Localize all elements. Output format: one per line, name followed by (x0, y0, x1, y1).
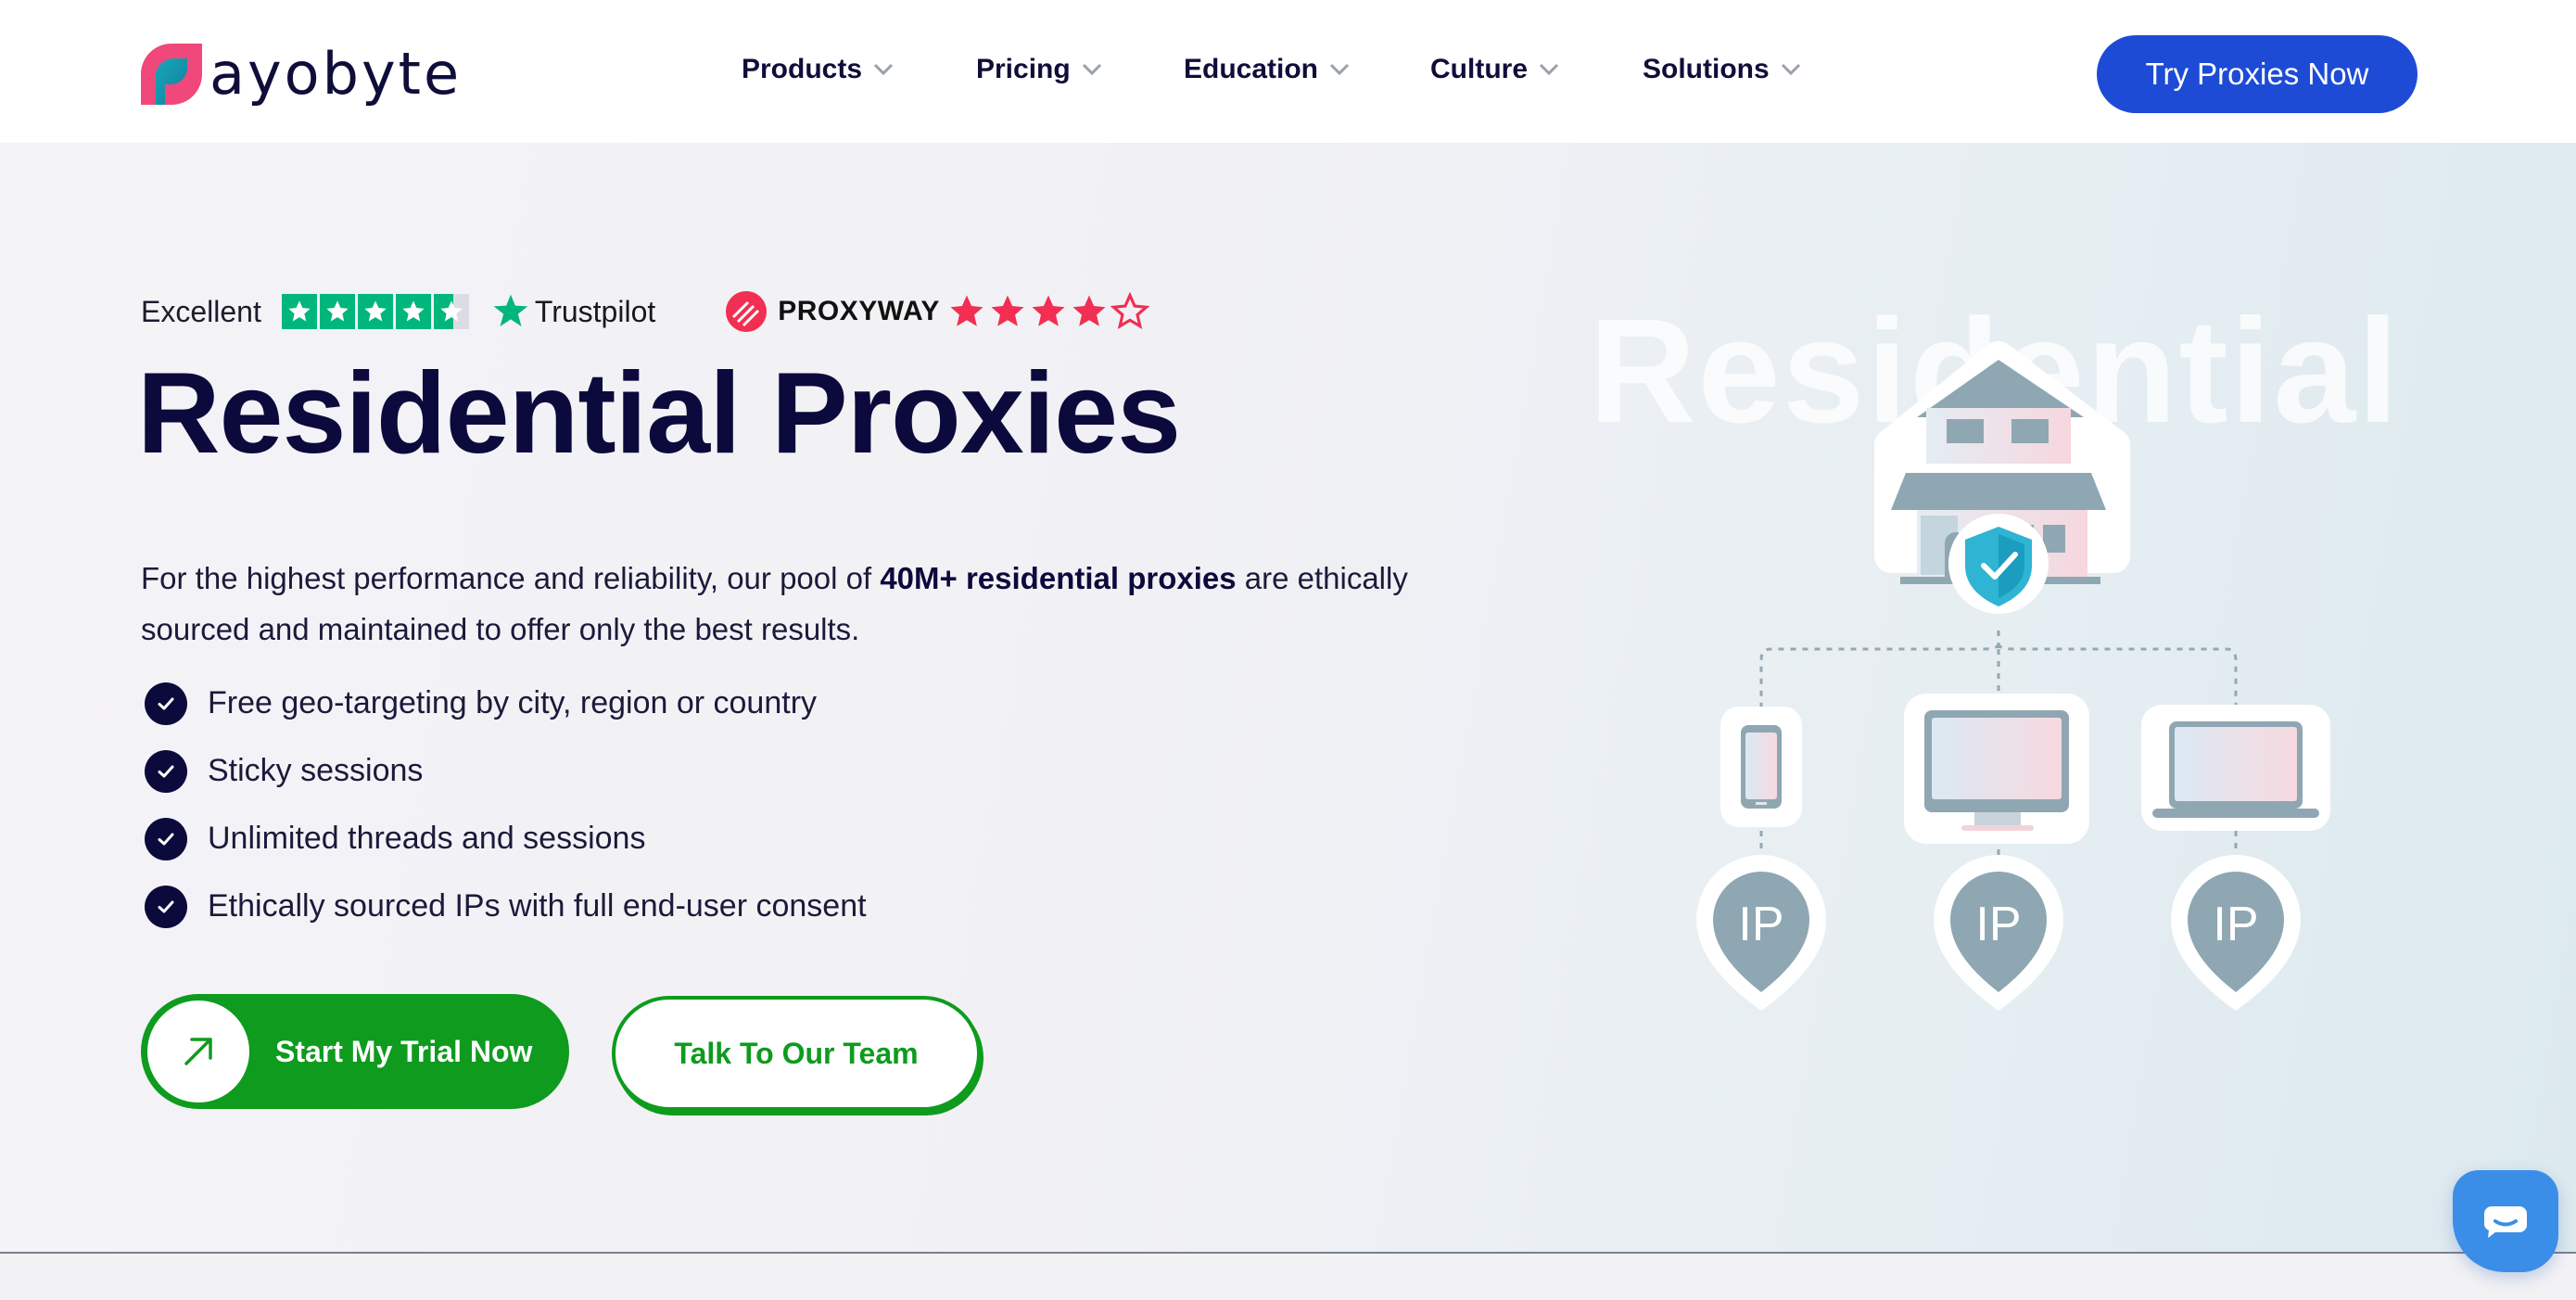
desktop-icon (1904, 694, 2089, 844)
site-header: ayobyte Products Pricing Education Cultu… (0, 0, 2576, 143)
hero-description: For the highest performance and reliabil… (141, 553, 1439, 655)
ip-label: IP (2213, 898, 2258, 951)
shield-check-icon (1948, 514, 2049, 614)
feature-text: Ethically sourced IPs with full end-user… (208, 888, 867, 924)
nav-culture-label: Culture (1430, 54, 1528, 84)
proxyway-logo[interactable]: PROXYWAY (726, 291, 1151, 332)
star-icon (395, 294, 431, 329)
star-icon (319, 294, 355, 329)
star-icon (281, 294, 317, 329)
talk-to-team-label: Talk To Our Team (674, 1036, 919, 1070)
nav-pricing[interactable]: Pricing (976, 54, 1102, 85)
try-proxies-button[interactable]: Try Proxies Now (2097, 35, 2417, 113)
proxyway-wordmark: PROXYWAY (778, 296, 940, 326)
talk-to-team-button[interactable]: Talk To Our Team (612, 996, 981, 1111)
rating-label: Excellent (141, 294, 261, 328)
feature-item: Sticky sessions (145, 737, 867, 805)
ratings-row: Excellent Trustpilot PROXYWAY (141, 287, 1151, 336)
trustpilot-star-icon (493, 294, 528, 326)
chevron-down-icon (1082, 63, 1101, 76)
phone-icon (1720, 707, 1802, 827)
next-section-strip (0, 1254, 2576, 1300)
trustpilot-stars (281, 294, 472, 329)
desc-highlight: 40M+ residential proxies (880, 561, 1237, 595)
star-outline-icon (1110, 292, 1149, 329)
nav-solutions-label: Solutions (1643, 54, 1770, 84)
chevron-down-icon (1539, 63, 1559, 76)
ip-pin-icon: IP (1696, 855, 1826, 1011)
proxyway-badge-icon (726, 291, 768, 332)
feature-list: Free geo-targeting by city, region or co… (145, 669, 867, 940)
page-title: Residential Proxies (137, 350, 1181, 478)
nav-culture[interactable]: Culture (1430, 54, 1559, 85)
feature-item: Free geo-targeting by city, region or co… (145, 669, 867, 737)
check-circle-icon (145, 749, 187, 793)
trustpilot-logo[interactable]: Trustpilot (492, 293, 655, 330)
half-star-icon (433, 294, 469, 329)
nav-products[interactable]: Products (742, 54, 894, 85)
residential-network-illustration: IP IP IP (1696, 341, 2330, 1011)
star-icon (950, 295, 983, 326)
ip-pin-icon: IP (2171, 855, 2301, 1011)
feature-text: Free geo-targeting by city, region or co… (208, 685, 818, 720)
feature-text: Unlimited threads and sessions (208, 821, 646, 856)
ip-label: IP (1738, 898, 1783, 951)
start-trial-button[interactable]: Start My Trial Now (141, 994, 569, 1109)
star-icon (357, 294, 393, 329)
star-icon (1032, 295, 1065, 326)
laptop-icon (2141, 705, 2330, 831)
feature-item: Unlimited threads and sessions (145, 805, 867, 873)
nav-education-label: Education (1184, 54, 1319, 84)
ip-pin-icon: IP (1934, 855, 2063, 1011)
chevron-down-icon (1329, 63, 1350, 76)
star-icon (1072, 295, 1106, 326)
check-circle-icon (145, 682, 187, 725)
nav-products-label: Products (742, 54, 863, 84)
proxyway-stars (947, 292, 1151, 331)
ip-label: IP (1975, 898, 2021, 951)
chevron-down-icon (873, 63, 894, 76)
start-trial-label: Start My Trial Now (275, 1034, 533, 1068)
chat-launcher-button[interactable] (2453, 1170, 2558, 1272)
trustpilot-wordmark: Trustpilot (534, 294, 656, 328)
chevron-down-icon (1781, 63, 1800, 76)
nav-solutions[interactable]: Solutions (1643, 54, 1801, 85)
brand-logo[interactable]: ayobyte (141, 43, 462, 106)
desc-text-start: For the highest performance and reliabil… (141, 561, 881, 595)
check-circle-icon (145, 885, 187, 928)
feature-item: Ethically sourced IPs with full end-user… (145, 873, 867, 940)
logo-wordmark: ayobyte (209, 40, 463, 108)
star-icon (991, 295, 1024, 326)
chat-bubble-icon (2484, 1206, 2527, 1238)
check-circle-icon (145, 817, 187, 860)
nav-pricing-label: Pricing (976, 54, 1071, 84)
ayobyte-logo-icon (141, 44, 202, 105)
feature-text: Sticky sessions (208, 753, 424, 788)
arrow-up-right-icon (147, 1000, 249, 1102)
nav-education[interactable]: Education (1184, 54, 1350, 85)
